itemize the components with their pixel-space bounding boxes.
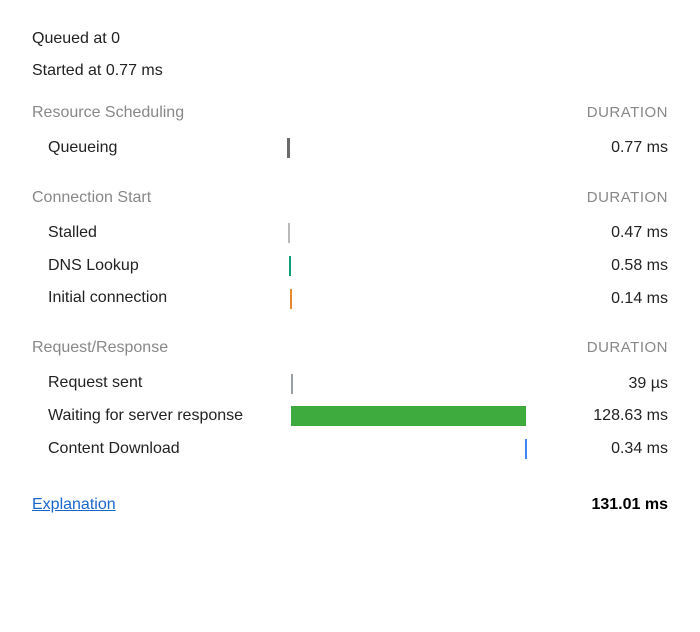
timing-row: Queueing 0.77 ms	[32, 132, 668, 165]
timing-row: Stalled 0.47 ms	[32, 217, 668, 250]
timing-bar-track	[287, 374, 527, 394]
timing-bar-track	[287, 256, 527, 276]
timing-bar-track	[287, 289, 527, 309]
timing-bar-segment	[289, 256, 291, 276]
started-at-text: Started at 0.77 ms	[32, 62, 668, 80]
timing-bar-segment	[287, 138, 290, 158]
timing-bar-segment	[525, 439, 527, 459]
timing-bar-track	[287, 223, 527, 243]
queued-at-text: Queued at 0	[32, 30, 668, 48]
timing-bar-segment	[290, 289, 292, 309]
total-time: 131.01 ms	[591, 496, 668, 514]
timing-row: DNS Lookup 0.58 ms	[32, 250, 668, 283]
timing-row: Initial connection 0.14 ms	[32, 282, 668, 315]
section-header: Request/Response DURATION	[32, 339, 668, 357]
section-header: Connection Start DURATION	[32, 189, 668, 207]
timing-row: Waiting for server response 128.63 ms	[32, 400, 668, 433]
duration-column-label: DURATION	[587, 104, 668, 121]
timing-section: Request/Response DURATION Request sent 39 µ…	[32, 339, 668, 465]
timing-row-label: Waiting for server response	[32, 406, 287, 427]
timing-bar-track	[287, 138, 527, 158]
duration-column-label: DURATION	[587, 339, 668, 356]
timing-bar-track	[287, 406, 527, 426]
timing-row: Content Download 0.34 ms	[32, 433, 668, 466]
duration-column-label: DURATION	[587, 189, 668, 206]
timing-row-label: Initial connection	[32, 288, 287, 309]
timing-bar-track	[287, 439, 527, 459]
timing-row: Request sent 39 µs	[32, 367, 668, 400]
timing-row-value: 0.34 ms	[527, 440, 668, 458]
timing-row-value: 0.58 ms	[527, 257, 668, 275]
timing-row-label: Stalled	[32, 223, 287, 244]
timing-row-label: Request sent	[32, 373, 287, 394]
timing-row-value: 0.77 ms	[527, 139, 668, 157]
timing-bar-segment	[288, 223, 290, 243]
timing-row-value: 0.14 ms	[527, 290, 668, 308]
timing-row-value: 39 µs	[527, 375, 668, 393]
timing-row-value: 0.47 ms	[527, 224, 668, 242]
timing-section: Resource Scheduling DURATION Queueing 0.77 …	[32, 104, 668, 165]
timing-section: Connection Start DURATION Stalled 0.47 ms DN…	[32, 189, 668, 315]
section-title: Connection Start	[32, 189, 151, 207]
timing-row-value: 128.63 ms	[527, 407, 668, 425]
timing-bar-segment	[291, 406, 527, 426]
section-header: Resource Scheduling DURATION	[32, 104, 668, 122]
timing-row-label: DNS Lookup	[32, 256, 287, 277]
timing-row-label: Content Download	[32, 439, 287, 460]
timing-footer: Explanation 131.01 ms	[32, 496, 668, 514]
timing-row-label: Queueing	[32, 138, 287, 159]
timing-bar-segment	[291, 374, 293, 394]
explanation-link[interactable]: Explanation	[32, 496, 116, 514]
section-title: Resource Scheduling	[32, 104, 184, 122]
section-title: Request/Response	[32, 339, 168, 357]
